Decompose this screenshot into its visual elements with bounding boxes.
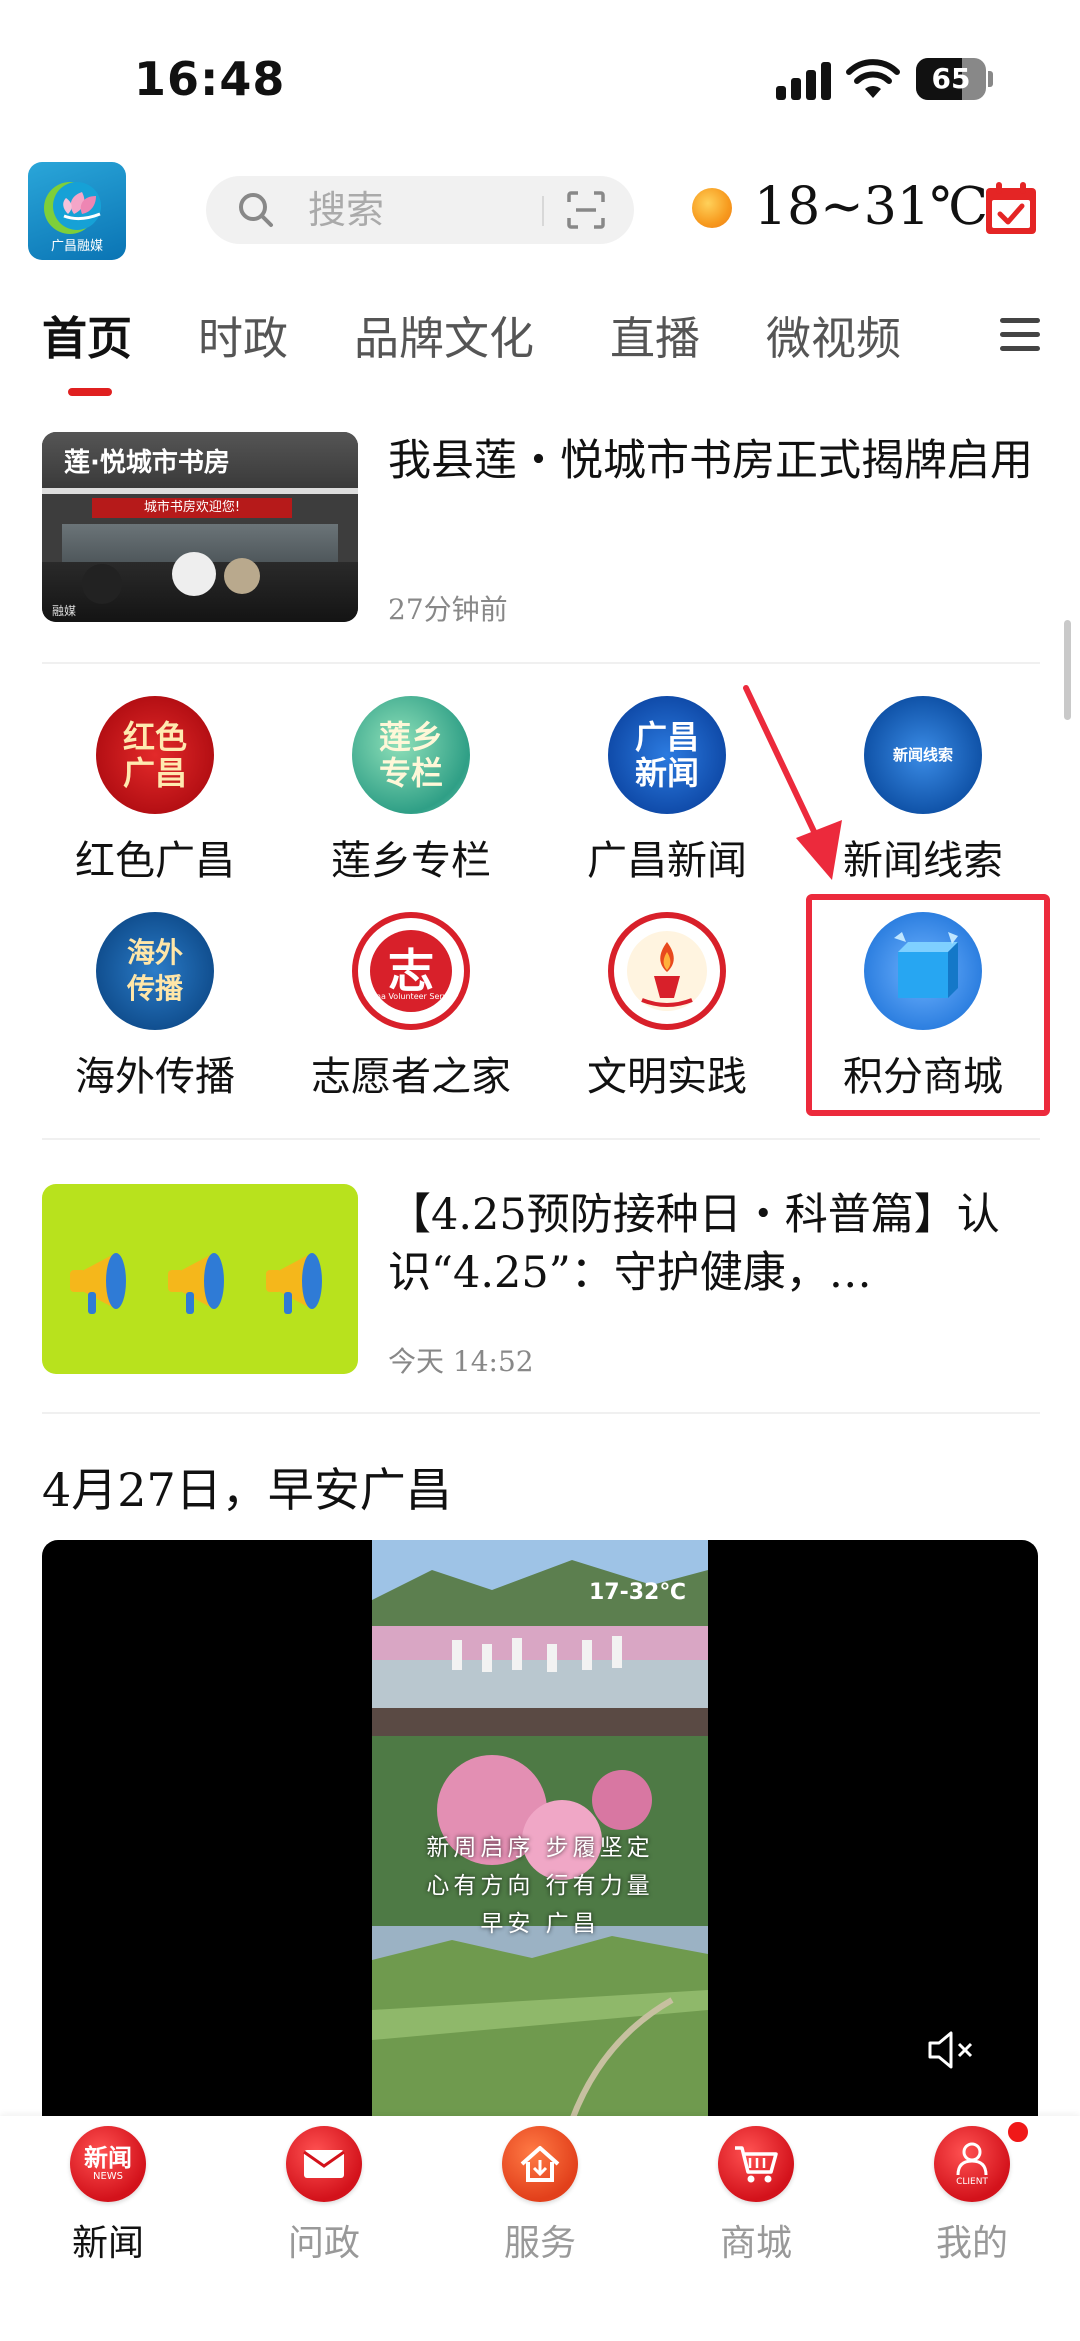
- weather-sun-icon: [692, 188, 732, 228]
- logo-text: 广昌融媒: [50, 239, 103, 254]
- bottom-nav-news[interactable]: 新闻 NEWS 新闻: [0, 2116, 216, 2341]
- bottom-nav-service[interactable]: 服务: [432, 2116, 648, 2341]
- civilization-icon: [608, 912, 726, 1030]
- megaphone-icon: [70, 1253, 322, 1314]
- guangchang-news-icon: 广昌 新闻: [608, 696, 726, 814]
- mute-icon[interactable]: [926, 2028, 976, 2072]
- news-time: 今天 14:52: [388, 1345, 534, 1378]
- volunteer-ring-text: China Volunteer Service: [363, 992, 459, 1001]
- grid-lotus-column[interactable]: 莲乡 专栏 莲乡专栏: [282, 696, 540, 906]
- icon-glyph: 莲乡 专栏: [378, 718, 443, 792]
- red-guangchang-icon: 红色 广昌: [96, 696, 214, 814]
- mail-icon: [286, 2126, 362, 2202]
- grid-label: 广昌新闻: [587, 838, 747, 884]
- search-divider: [542, 196, 544, 226]
- channel-tabs: 首页 时政 品牌文化 直播 微视频: [0, 288, 1080, 398]
- nav-icon-text: 新闻: [84, 2144, 132, 2172]
- nav-label: 商城: [719, 2223, 792, 2264]
- nav-label: 问政: [287, 2223, 360, 2264]
- bottom-navigation: 新闻 NEWS 新闻 问政 服务 商城 CLIENT 我的: [0, 2116, 1080, 2341]
- icon-glyph: 志: [388, 944, 434, 998]
- grid-label: 海外传播: [75, 1054, 235, 1100]
- search-icon: [239, 193, 273, 227]
- menu-icon[interactable]: [1000, 318, 1040, 352]
- divider: [42, 662, 1040, 664]
- nav-label: 服务: [503, 2223, 576, 2264]
- notification-dot: [1006, 2120, 1030, 2144]
- news-title[interactable]: 我县莲・悦城市书房正式揭牌启用: [388, 432, 1048, 490]
- cart-icon: [718, 2126, 794, 2202]
- grid-label: 莲乡专栏: [331, 838, 491, 884]
- divider: [42, 1412, 1040, 1414]
- scrollbar[interactable]: [1064, 620, 1071, 720]
- nav-icon-sub: CLIENT: [956, 2177, 988, 2187]
- nav-label: 我的: [935, 2223, 1008, 2264]
- news-clue-icon: 新闻线索: [864, 696, 982, 814]
- video-frame: 17-32℃ 新周启序 步履坚定 心有方向 行有力量 早安 广昌: [372, 1540, 708, 2120]
- thumb-sign-text: 莲·悦城市书房: [64, 448, 230, 478]
- divider: [42, 1138, 1040, 1140]
- status-time: 16:48: [134, 52, 286, 106]
- grid-news-clue[interactable]: 新闻线索 新闻线索: [794, 696, 1052, 906]
- battery-level: 65: [931, 62, 971, 95]
- battery-icon: 65: [916, 58, 986, 100]
- news-time: 27分钟前: [388, 593, 508, 626]
- thumb-banner-text: 城市书房欢迎您!: [92, 498, 292, 518]
- bottom-nav-profile[interactable]: CLIENT 我的: [864, 2116, 1080, 2341]
- overseas-icon: 海外 传播: [96, 912, 214, 1030]
- volunteer-icon: 志 China Volunteer Service: [352, 912, 470, 1030]
- news-thumbnail[interactable]: [42, 1184, 358, 1374]
- bottom-nav-inquiry[interactable]: 问政: [216, 2116, 432, 2341]
- news-icon: 新闻 NEWS: [70, 2126, 146, 2202]
- tab-politics[interactable]: 时政: [198, 302, 288, 367]
- video-caption: 心有方向 行有力量: [426, 1873, 654, 1899]
- icon-glyph: 红色 广昌: [122, 718, 187, 792]
- grid-label: 新闻线索: [843, 838, 1003, 884]
- search-input[interactable]: 搜索: [206, 176, 634, 244]
- tab-home[interactable]: 首页: [42, 302, 132, 367]
- nav-icon-sub: NEWS: [92, 2171, 124, 2182]
- highlight-box: [806, 894, 1050, 1116]
- bottom-nav-mall[interactable]: 商城: [648, 2116, 864, 2341]
- grid-volunteer[interactable]: 志 China Volunteer Service 志愿者之家: [282, 912, 540, 1122]
- profile-icon: CLIENT: [934, 2126, 1010, 2202]
- tab-live[interactable]: 直播: [610, 302, 700, 367]
- signal-icon: [776, 60, 832, 100]
- lotus-column-icon: 莲乡 专栏: [352, 696, 470, 814]
- icon-glyph: 海外 传播: [126, 936, 183, 1005]
- grid-civilization-practice[interactable]: 文明实践: [538, 912, 796, 1122]
- wifi-icon: [846, 59, 900, 98]
- search-placeholder: 搜索: [308, 188, 385, 232]
- tab-micro-video[interactable]: 微视频: [766, 302, 901, 367]
- section-title[interactable]: 4月27日，早安广昌: [42, 1454, 452, 1520]
- home-service-icon: [502, 2126, 578, 2202]
- grid-label: 志愿者之家: [311, 1054, 511, 1100]
- scan-icon[interactable]: [566, 190, 606, 230]
- video-temperature: 17-32℃: [588, 1580, 686, 1605]
- status-bar: 16:48 65: [0, 0, 1080, 140]
- tab-brand-culture[interactable]: 品牌文化: [354, 302, 534, 367]
- thumb-watermark: 融媒: [52, 604, 77, 618]
- icon-glyph: 广昌 新闻: [634, 718, 699, 792]
- weather-temperature[interactable]: 18~31℃: [754, 174, 988, 240]
- app-logo[interactable]: 广昌融媒: [28, 162, 126, 260]
- video-caption: 早安 广昌: [480, 1911, 600, 1937]
- grid-overseas[interactable]: 海外 传播 海外传播: [26, 912, 284, 1122]
- video-caption: 新周启序 步履坚定: [426, 1835, 654, 1861]
- video-player[interactable]: 17-32℃ 新周启序 步履坚定 心有方向 行有力量 早安 广昌: [42, 1540, 1038, 2120]
- active-tab-indicator: [68, 388, 112, 396]
- nav-label: 新闻: [71, 2223, 144, 2264]
- icon-glyph: 新闻线索: [892, 746, 953, 764]
- grid-label: 红色广昌: [75, 838, 235, 884]
- grid-red-guangchang[interactable]: 红色 广昌 红色广昌: [26, 696, 284, 906]
- news-thumbnail[interactable]: 莲·悦城市书房 城市书房欢迎您! 融媒: [42, 432, 358, 622]
- grid-label: 文明实践: [587, 1054, 747, 1100]
- calendar-checkin-icon[interactable]: [984, 180, 1038, 236]
- grid-guangchang-news[interactable]: 广昌 新闻 广昌新闻: [538, 696, 796, 906]
- news-title[interactable]: 【4.25预防接种日・科普篇】认识“4.25”：守护健康，…: [388, 1186, 1048, 1302]
